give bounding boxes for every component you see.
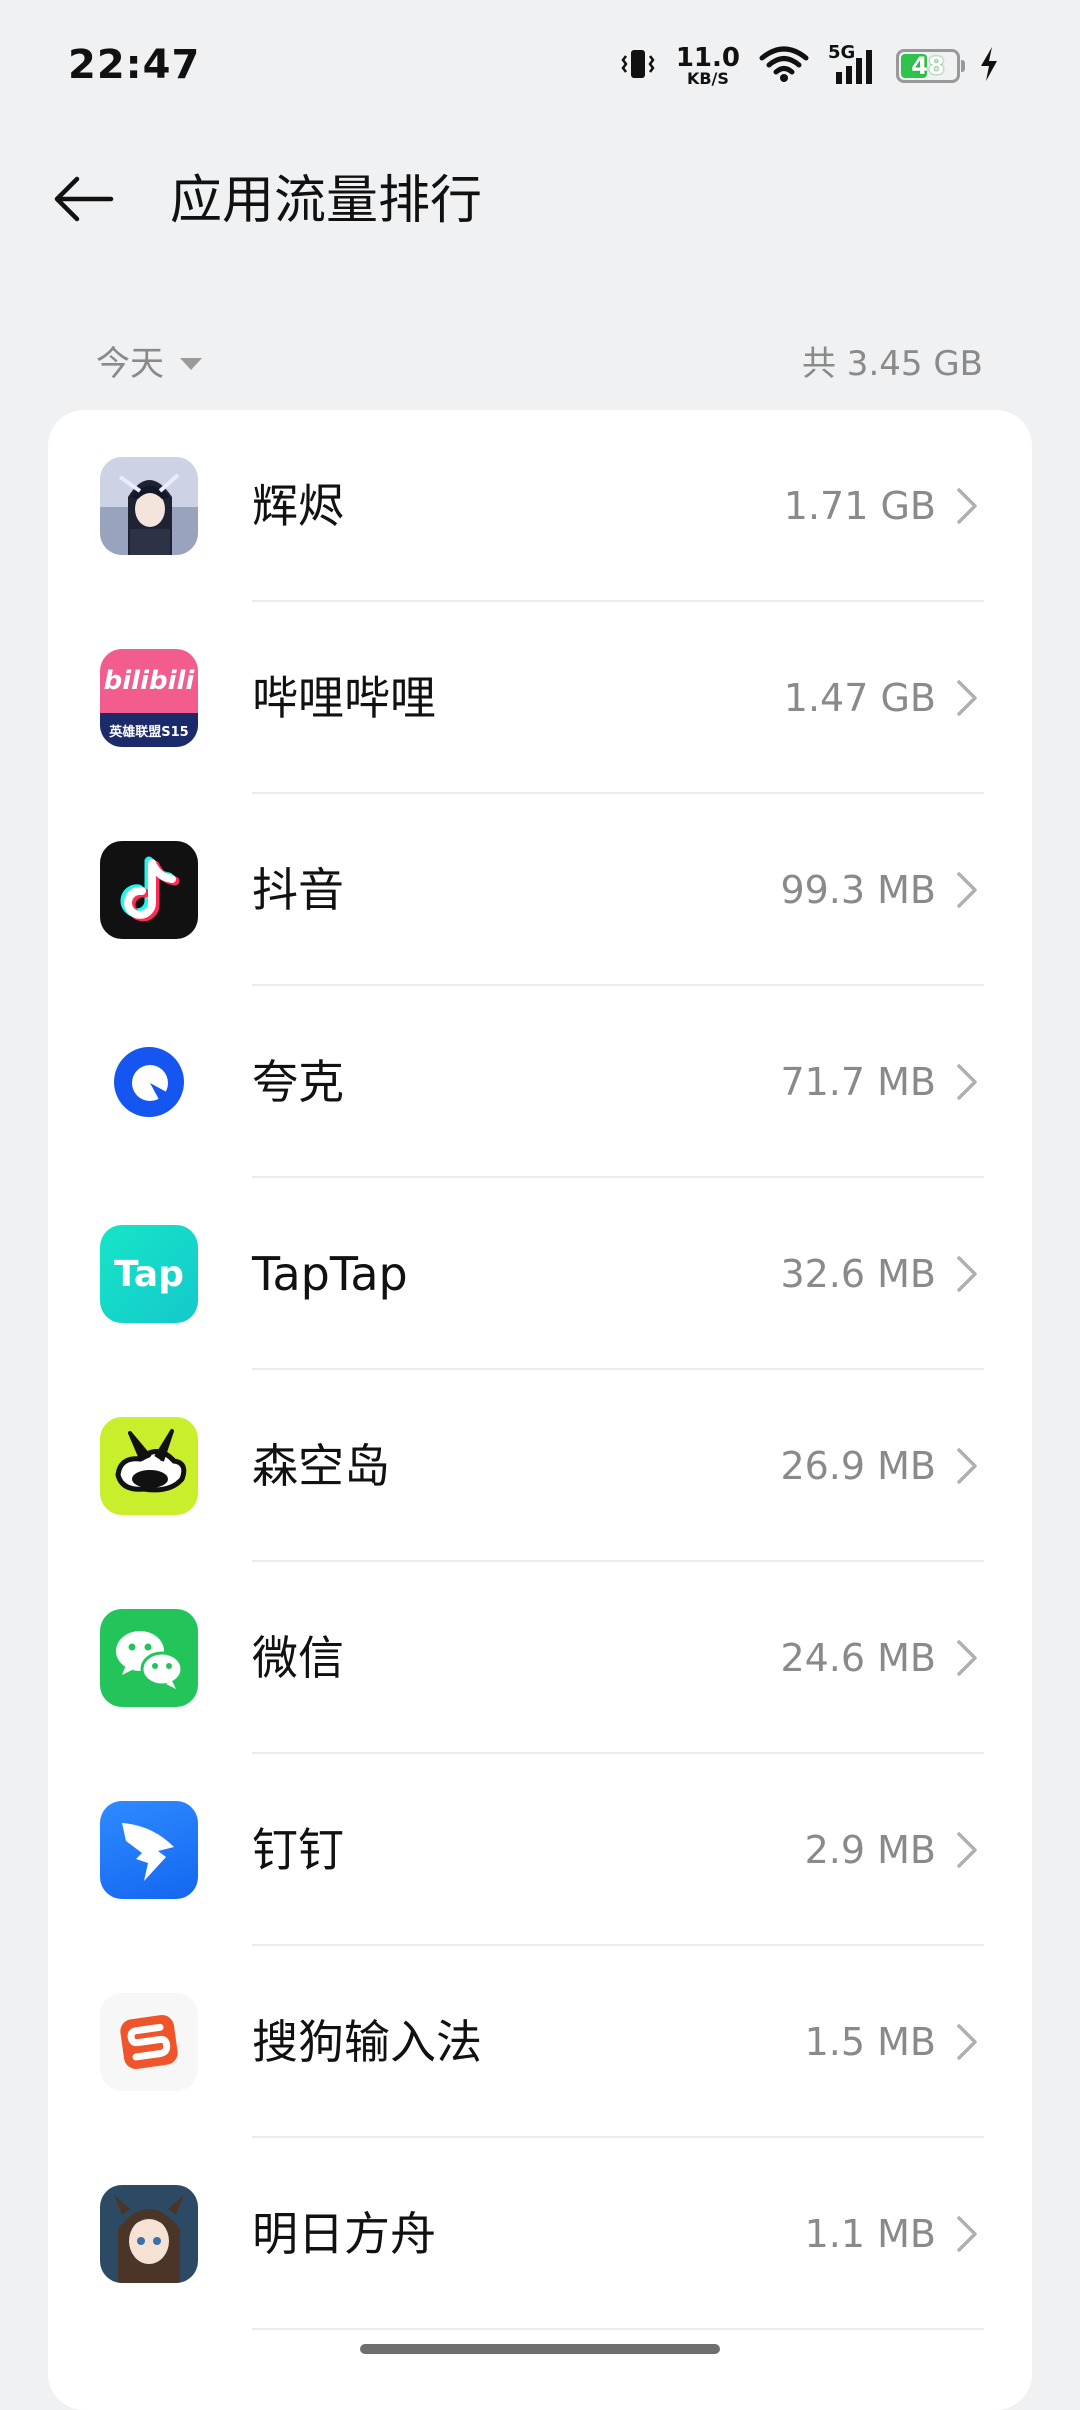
- charging-icon: [978, 45, 1000, 87]
- wifi-icon: [758, 44, 810, 88]
- status-bar: 22:47 11.0 KB/S 5G 48: [0, 0, 1080, 130]
- dingtalk-app-icon: [100, 1801, 198, 1899]
- back-button[interactable]: [48, 166, 118, 236]
- chevron-right-icon: [944, 1444, 988, 1488]
- bilibili-icon-sublabel: 英雄联盟S15: [109, 724, 189, 740]
- app-data-usage: 26.9 MB: [780, 1444, 936, 1488]
- taptap-icon-label: Tap: [114, 1253, 184, 1295]
- app-data-usage: 1.5 MB: [804, 2020, 936, 2064]
- taptap-app-icon: Tap: [100, 1225, 198, 1323]
- app-name: 钉钉: [252, 1823, 344, 1877]
- total-usage: 共 3.45 GB: [802, 344, 983, 384]
- chevron-right-icon: [944, 484, 988, 528]
- chevron-right-icon: [944, 868, 988, 912]
- arknights-app-icon: [100, 2185, 198, 2283]
- net-speed-unit: KB/S: [686, 69, 729, 88]
- app-name: 微信: [252, 1631, 344, 1685]
- app-name: 哔哩哔哩: [252, 671, 436, 725]
- app-data-usage: 24.6 MB: [780, 1636, 936, 1680]
- app-name: 搜狗输入法: [252, 2015, 482, 2069]
- huijin-app-icon: [100, 457, 198, 555]
- dropdown-triangle-icon: [178, 341, 204, 381]
- list-item[interactable]: Tap TapTap 32.6 MB: [48, 1178, 1032, 1370]
- battery-level: 48: [911, 52, 945, 80]
- app-data-usage: 1.47 GB: [783, 676, 936, 720]
- sogou-input-app-icon: [100, 1993, 198, 2091]
- divider: [252, 2328, 984, 2330]
- app-name: 明日方舟: [252, 2207, 436, 2261]
- app-data-usage: 1.1 MB: [804, 2212, 936, 2256]
- net-speed-value: 11.0: [675, 43, 740, 73]
- chevron-right-icon: [944, 1060, 988, 1104]
- home-indicator[interactable]: [360, 2344, 720, 2354]
- app-data-usage: 1.71 GB: [783, 484, 936, 528]
- douyin-app-icon: [100, 841, 198, 939]
- battery-icon: 48: [896, 49, 965, 83]
- list-item[interactable]: 钉钉 2.9 MB: [48, 1754, 1032, 1946]
- status-icons: 11.0 KB/S 5G 48: [618, 42, 1000, 88]
- net-speed: 11.0 KB/S: [676, 45, 740, 87]
- app-data-usage: 32.6 MB: [780, 1252, 936, 1296]
- chevron-right-icon: [944, 2020, 988, 2064]
- app-name: 抖音: [252, 863, 344, 917]
- chevron-right-icon: [944, 1252, 988, 1296]
- chevron-right-icon: [944, 1636, 988, 1680]
- list-item[interactable]: 森空岛 26.9 MB: [48, 1370, 1032, 1562]
- list-item[interactable]: bilibili 英雄联盟S15 哔哩哔哩 1.47 GB: [48, 602, 1032, 794]
- app-data-usage: 99.3 MB: [780, 868, 936, 912]
- app-data-usage: 2.9 MB: [804, 1828, 936, 1872]
- bilibili-icon-label: bilibili: [103, 666, 195, 696]
- list-item[interactable]: 搜狗输入法 1.5 MB: [48, 1946, 1032, 2138]
- vibrate-icon: [618, 44, 658, 88]
- app-name: 辉烬: [252, 479, 344, 533]
- period-dropdown[interactable]: 今天: [96, 336, 204, 385]
- back-arrow-icon: [51, 173, 115, 229]
- chevron-right-icon: [944, 2212, 988, 2256]
- skland-app-icon: [100, 1417, 198, 1515]
- list-item[interactable]: 辉烬 1.71 GB: [48, 410, 1032, 602]
- app-name: TapTap: [252, 1247, 408, 1301]
- list-item[interactable]: 微信 24.6 MB: [48, 1562, 1032, 1754]
- chevron-right-icon: [944, 676, 988, 720]
- app-name: 森空岛: [252, 1439, 390, 1493]
- page-title: 应用流量排行: [170, 171, 483, 231]
- chevron-right-icon: [944, 1828, 988, 1872]
- status-time: 22:47: [68, 42, 201, 88]
- app-usage-list: 辉烬 1.71 GB bilibili 英雄联盟S15 哔哩哔哩 1.47 GB: [48, 410, 1032, 2410]
- bilibili-app-icon: bilibili 英雄联盟S15: [100, 649, 198, 747]
- period-label: 今天: [96, 344, 164, 384]
- list-item[interactable]: 明日方舟 1.1 MB: [48, 2138, 1032, 2330]
- list-item[interactable]: 抖音 99.3 MB: [48, 794, 1032, 986]
- app-data-usage: 71.7 MB: [780, 1060, 936, 1104]
- quark-app-icon: [100, 1033, 198, 1131]
- list-item[interactable]: 夸克 71.7 MB: [48, 986, 1032, 1178]
- signal-icon: 5G: [828, 42, 878, 86]
- wechat-app-icon: [100, 1609, 198, 1707]
- app-name: 夸克: [252, 1055, 344, 1109]
